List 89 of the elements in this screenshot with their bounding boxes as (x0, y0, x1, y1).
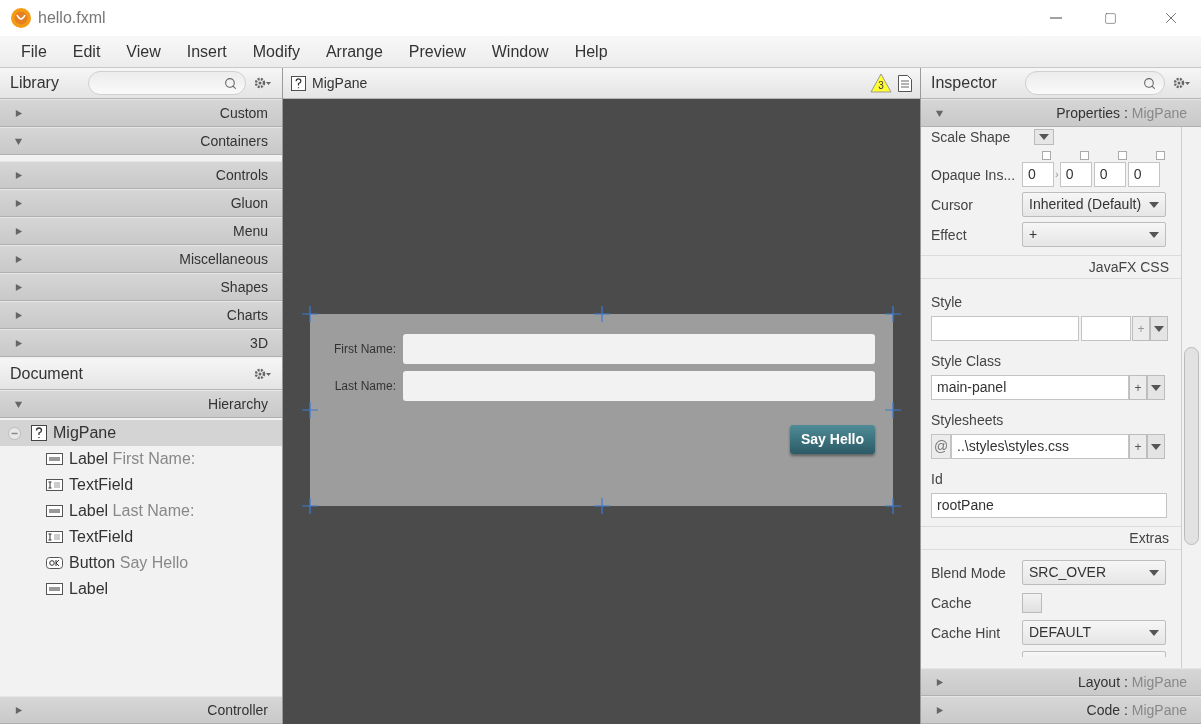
dropdown[interactable]: Inherited (Default) (1022, 192, 1166, 217)
section-header[interactable]: Charts (0, 301, 282, 329)
text-field[interactable]: 0 (1022, 162, 1054, 187)
property-label: Cursor (931, 196, 973, 213)
tree-item-label: Label (69, 579, 109, 599)
section-title: Controls (215, 165, 268, 185)
panel-title: Document (10, 364, 84, 384)
tree-item[interactable]: MigPane (0, 420, 282, 446)
section-header[interactable]: Custom (0, 99, 282, 127)
section-title: Menu (232, 221, 268, 241)
menu-item[interactable]: Preview (397, 39, 477, 64)
text-field[interactable]: main-panel (931, 375, 1129, 400)
tree-item-label: Label First Name: (69, 449, 196, 469)
property-label: Style Class (931, 353, 1002, 369)
property-label: Blend Mode (931, 564, 1006, 581)
say-hello-button[interactable]: Say Hello (789, 425, 875, 454)
section-title: Custom (219, 103, 268, 123)
tree-item-label: MigPane (53, 423, 117, 443)
section-header[interactable]: Gluon (0, 189, 282, 217)
menu-item[interactable]: Insert (175, 39, 238, 64)
tree-item[interactable]: TextField (0, 472, 282, 498)
section-title: Controller (207, 700, 268, 720)
menu-item[interactable]: Window (480, 39, 560, 64)
dropdown[interactable]: DEFAULT (1022, 620, 1166, 645)
section-header[interactable]: Controller (0, 696, 282, 724)
property-label: Effect (931, 226, 967, 243)
section-title: Miscellaneous (179, 249, 268, 269)
panel-title: Library (10, 73, 60, 93)
section-header[interactable]: 3D (0, 329, 282, 357)
section-header[interactable]: Containers (0, 127, 282, 155)
tree-item-label: Button Say Hello (69, 553, 189, 573)
section-title: Properties : MigPane (1056, 103, 1187, 123)
tree-item-label: TextField (69, 527, 134, 547)
section-header[interactable]: Properties : MigPane (921, 99, 1201, 127)
menu-item[interactable]: File (10, 39, 58, 64)
section-title: Gluon (230, 193, 268, 213)
menu-item[interactable]: Arrange (314, 39, 394, 64)
text-field[interactable]: 0 (1059, 162, 1092, 187)
menu-item[interactable]: Modify (241, 39, 311, 64)
text-field[interactable]: 0 (1127, 162, 1160, 187)
section-title: Hierarchy (208, 394, 268, 414)
dropdown[interactable]: + (1022, 222, 1166, 247)
menu-item[interactable]: View (115, 39, 172, 64)
prefix-label: @ (931, 434, 951, 459)
group-title: JavaFX CSS (1088, 257, 1169, 277)
property-label: Scale Shape (931, 127, 1011, 147)
field-label: First Name: (333, 341, 396, 358)
tree-item[interactable]: TextField (0, 524, 282, 550)
text-field[interactable]: rootPane (931, 493, 1167, 518)
section-header[interactable]: Code : MigPane (921, 696, 1201, 724)
group-title: Extras (1129, 528, 1169, 548)
text-field[interactable]: ..\styles\styles.css (951, 434, 1129, 459)
tree-item[interactable]: Label First Name: (0, 446, 282, 472)
tree-item-label: TextField (69, 475, 134, 495)
section-header[interactable]: Hierarchy (0, 390, 282, 418)
panel-title: Inspector (931, 73, 998, 93)
property-label: Cache (931, 594, 972, 611)
property-label: Stylesheets (931, 412, 1004, 428)
section-title: Layout : MigPane (1078, 672, 1187, 692)
dropdown[interactable]: SRC_OVER (1022, 560, 1166, 585)
menu-item[interactable]: Help (563, 39, 619, 64)
property-label: Cache Hint (931, 624, 1001, 641)
section-header[interactable]: Controls (0, 161, 282, 189)
content-title: MigPane (312, 73, 369, 93)
section-header[interactable]: Shapes (0, 273, 282, 301)
property-label: Opaque Ins... (931, 166, 1016, 183)
section-title: Containers (200, 131, 268, 151)
form-panel[interactable]: First Name: Last Name: Say Hello (310, 314, 893, 506)
tree-item[interactable]: Label (0, 576, 282, 602)
add-button[interactable]: + (1129, 375, 1147, 400)
section-title: Charts (226, 305, 268, 325)
window-title: hello.fxml (38, 8, 106, 28)
section-title: Code : MigPane (1086, 700, 1187, 720)
property-label: Id (931, 471, 943, 487)
warning-badge[interactable]: 3 (870, 73, 892, 93)
tree-item[interactable]: Label Last Name: (0, 498, 282, 524)
tree-item-label: Label Last Name: (69, 501, 195, 521)
menu-item[interactable]: Edit (61, 39, 112, 64)
property-label: Style (931, 294, 963, 310)
tree-item[interactable]: Button Say Hello (0, 550, 282, 576)
text-field[interactable]: 0 (1093, 162, 1126, 187)
section-header[interactable]: Miscellaneous (0, 245, 282, 273)
add-button[interactable]: + (1129, 434, 1147, 459)
section-header[interactable]: Menu (0, 217, 282, 245)
link-separator: › (1055, 167, 1059, 183)
section-title: 3D (250, 333, 268, 353)
field-label: Last Name: (333, 378, 396, 395)
section-title: Shapes (220, 277, 268, 297)
section-header[interactable]: Layout : MigPane (921, 668, 1201, 696)
